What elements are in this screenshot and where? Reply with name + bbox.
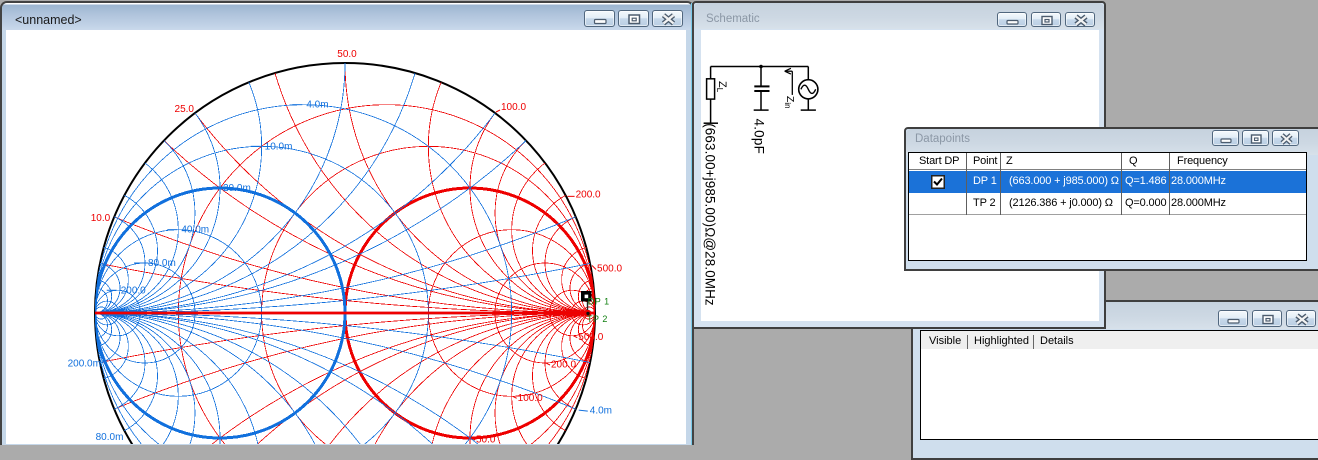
svg-text:10.0: 10.0	[91, 213, 111, 224]
svg-text:500.0: 500.0	[597, 264, 622, 275]
svg-text:TP 2: TP 2	[587, 314, 608, 324]
svg-text:500.0: 500.0	[578, 332, 603, 343]
svg-text:200.0: 200.0	[121, 285, 146, 296]
svg-text:20.0m: 20.0m	[223, 183, 251, 194]
svg-text:Zin: Zin	[783, 96, 796, 109]
svg-text:100.0: 100.0	[501, 102, 526, 113]
svg-text:80.0m: 80.0m	[96, 432, 124, 443]
svg-text:50.0: 50.0	[476, 435, 496, 445]
svg-text:200.0m: 200.0m	[68, 359, 101, 370]
svg-text:(663.00+j985.00)Ω@28.0MHz: (663.00+j985.00)Ω@28.0MHz	[702, 123, 717, 306]
svg-text:4.0pF: 4.0pF	[752, 119, 767, 155]
svg-text:4.0m: 4.0m	[590, 406, 612, 417]
svg-text:ZL: ZL	[715, 81, 728, 93]
svg-text:50.0: 50.0	[337, 49, 357, 60]
svg-text:80.0m: 80.0m	[148, 258, 176, 269]
svg-text:100.0: 100.0	[518, 393, 543, 404]
svg-text:200.0: 200.0	[576, 189, 601, 200]
svg-text:200.0: 200.0	[551, 360, 576, 371]
svg-text:4.0m: 4.0m	[306, 100, 328, 111]
svg-text:DP 1: DP 1	[588, 297, 610, 307]
svg-text:40.0m: 40.0m	[181, 225, 209, 236]
svg-text:10.0m: 10.0m	[265, 141, 293, 152]
svg-text:25.0: 25.0	[175, 104, 195, 115]
